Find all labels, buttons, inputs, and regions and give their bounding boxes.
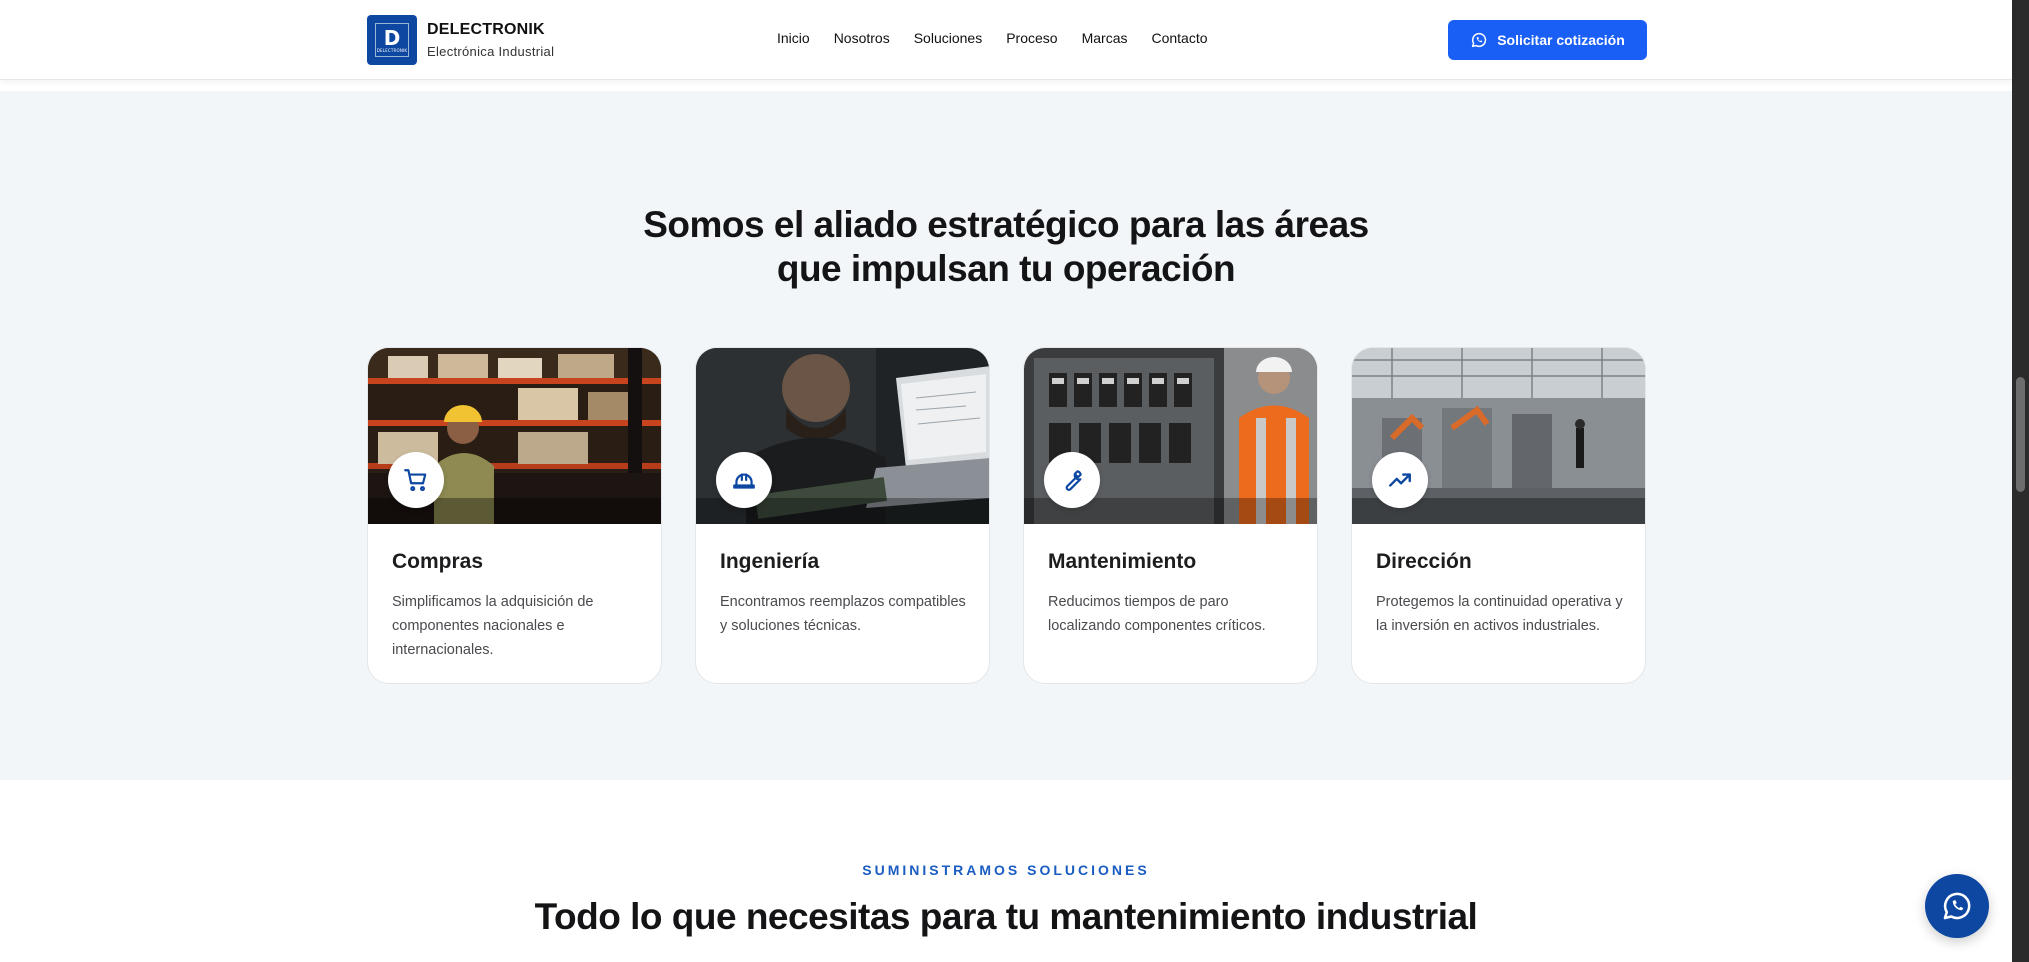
logo-mark: D DELECTRONIK <box>375 23 409 57</box>
wrench-icon <box>1065 470 1082 491</box>
nav-nosotros[interactable]: Nosotros <box>834 30 890 46</box>
site-header: D DELECTRONIK DELECTRONIK Electrónica In… <box>0 0 2012 80</box>
whatsapp-icon <box>1943 892 1971 920</box>
card-description: Simplificamos la adquisición de componen… <box>392 594 594 658</box>
card-title: Dirección <box>1376 550 1472 573</box>
cart-icon <box>404 469 427 492</box>
brand-text[interactable]: DELECTRONIK Electrónica Industrial <box>427 21 554 59</box>
brand-name: DELECTRONIK <box>427 21 545 38</box>
brand-logo[interactable]: D DELECTRONIK <box>367 15 417 65</box>
nav-marcas[interactable]: Marcas <box>1082 30 1128 46</box>
nav-soluciones[interactable]: Soluciones <box>914 30 983 46</box>
area-card-direccion[interactable]: Dirección Protegemos la continuidad oper… <box>1351 347 1646 684</box>
card-description: Protegemos la continuidad operativa y la… <box>1376 594 1623 634</box>
areas-section: Somos el aliado estratégico para las áre… <box>0 91 2012 780</box>
area-card-compras[interactable]: Compras Simplificamos la adquisición de … <box>367 347 662 684</box>
card-title: Compras <box>392 550 484 573</box>
areas-title-line2: que impulsan tu operación <box>776 248 1236 289</box>
scrollbar-thumb[interactable] <box>2016 377 2025 492</box>
nav-inicio[interactable]: Inicio <box>777 30 810 46</box>
card-description: Reducimos tiempos de paro localizando co… <box>1048 594 1266 634</box>
page-scrollbar[interactable] <box>2012 0 2029 962</box>
whatsapp-icon <box>1472 32 1487 48</box>
solutions-title: Todo lo que necesitas para tu mantenimie… <box>534 896 1478 937</box>
request-quote-button[interactable]: Solicitar cotización <box>1448 20 1647 60</box>
card-badge-mantenimiento <box>1044 452 1100 508</box>
nav-proceso[interactable]: Proceso <box>1006 30 1057 46</box>
logo-letter: D <box>383 25 401 50</box>
card-badge-direccion <box>1372 452 1428 508</box>
card-badge-compras <box>388 452 444 508</box>
areas-title-line1: Somos el aliado estratégico para las áre… <box>643 204 1369 245</box>
brand-subtitle: Electrónica Industrial <box>427 44 555 59</box>
card-title: Mantenimiento <box>1048 550 1197 573</box>
solutions-eyebrow: SUMINISTRAMOS SOLUCIONES <box>862 862 1150 878</box>
card-badge-ingenieria <box>716 452 772 508</box>
areas-title: Somos el aliado estratégico para las áre… <box>0 203 2012 291</box>
whatsapp-float-button[interactable] <box>1925 874 1989 938</box>
logo-wordmark: DELECTRONIK <box>376 47 408 53</box>
nav-contacto[interactable]: Contacto <box>1151 30 1207 46</box>
main-nav: Inicio Nosotros Soluciones Proceso Marca… <box>777 30 1232 46</box>
card-title: Ingeniería <box>720 550 820 573</box>
request-quote-label: Solicitar cotización <box>1497 32 1625 48</box>
area-card-ingenieria[interactable]: Ingeniería Encontramos reemplazos compat… <box>695 347 990 684</box>
hard-hat-icon <box>733 473 755 489</box>
card-description: Encontramos reemplazos compatibles y sol… <box>720 594 966 634</box>
trending-up-icon <box>1389 473 1411 487</box>
area-card-mantenimiento[interactable]: Mantenimiento Reducimos tiempos de paro … <box>1023 347 1318 684</box>
